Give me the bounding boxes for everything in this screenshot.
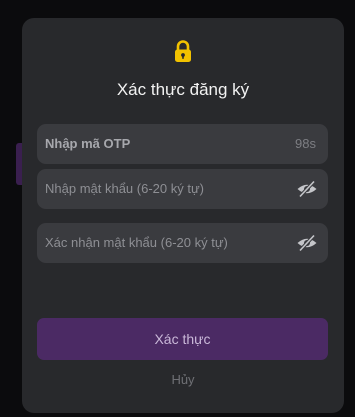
password-input[interactable]: Nhập mật khẩu (6-20 ký tự)	[37, 169, 328, 209]
otp-placeholder: Nhập mã OTP	[45, 136, 131, 151]
confirm-password-placeholder: Xác nhận mật khẩu (6-20 ký tự)	[45, 235, 228, 250]
lock-icon	[175, 40, 191, 62]
password-placeholder: Nhập mật khẩu (6-20 ký tự)	[45, 181, 204, 196]
cancel-button[interactable]: Hủy	[22, 370, 344, 390]
confirm-password-input[interactable]: Xác nhận mật khẩu (6-20 ký tự)	[37, 223, 328, 263]
verify-button[interactable]: Xác thực	[37, 318, 328, 360]
dialog-title: Xác thực đăng ký	[116, 80, 250, 99]
registration-verify-dialog: Xác thực đăng ký Nhập mã OTP 98s Nhập mậ…	[22, 18, 344, 413]
eye-off-icon[interactable]	[296, 234, 318, 252]
eye-off-icon[interactable]	[296, 180, 318, 198]
otp-countdown[interactable]: 98s	[295, 124, 316, 164]
otp-input[interactable]: Nhập mã OTP 98s	[37, 124, 328, 164]
